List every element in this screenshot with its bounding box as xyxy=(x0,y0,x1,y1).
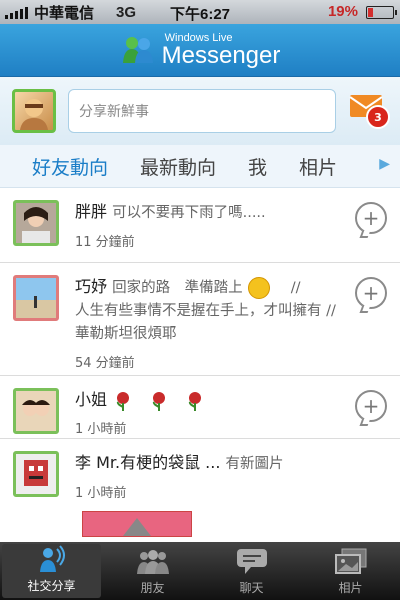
battery-icon xyxy=(366,6,397,19)
app-header: Windows Live Messenger xyxy=(0,24,400,77)
feed-item[interactable]: 李 Mr.有梗的袋鼠 ... 有新圖片 1 小時前 xyxy=(0,439,400,537)
status-message: 可以不要再下雨了嗎..... xyxy=(112,205,266,221)
post-time: 11 分鐘前 xyxy=(75,235,135,250)
people-icon xyxy=(136,550,169,574)
comment-add-button[interactable]: + xyxy=(355,390,387,422)
mail-button[interactable]: 3 xyxy=(348,91,390,131)
post-time: 54 分鐘前 xyxy=(75,356,135,371)
rose-emoticon-icon xyxy=(188,391,202,411)
friend-name: 巧妤 xyxy=(75,277,108,296)
tab-label: 社交分享 xyxy=(27,579,76,593)
rose-emoticon-icon xyxy=(152,391,166,411)
comment-add-button[interactable]: + xyxy=(355,202,387,234)
friend-avatar[interactable] xyxy=(13,275,59,321)
status-message-part3: 人生有些事情不是握在手上，才叫擁有 // 華勒斯坦很煩耶 xyxy=(75,303,336,342)
post-time: 1 小時前 xyxy=(75,421,127,437)
friend-avatar[interactable] xyxy=(13,388,59,434)
tab-photos[interactable]: 相片 xyxy=(299,153,337,180)
tab-label: 朋友 xyxy=(140,581,165,595)
friend-name: 胖胖 xyxy=(75,202,108,221)
feed-item[interactable]: 巧妤 回家的路 準備踏上 // 人生有些事情不是握在手上，才叫擁有 // 華勒斯… xyxy=(0,263,400,376)
brand-big: Messenger xyxy=(161,41,281,69)
rose-emoticon-icon xyxy=(116,391,130,411)
social-broadcast-icon xyxy=(39,545,65,572)
my-avatar[interactable] xyxy=(12,89,56,133)
messenger-logo: Windows Live Messenger xyxy=(120,32,281,69)
tab-social-share[interactable]: 社交分享 xyxy=(2,544,101,598)
tab-friends-updates[interactable]: 好友動向 xyxy=(32,153,108,180)
share-status-input[interactable]: 分享新鮮事 xyxy=(68,89,336,133)
friend-avatar[interactable] xyxy=(13,451,59,497)
status-bar: 中華電信 3G 下午6:27 19% xyxy=(0,0,400,24)
tabs-scroll-right-icon[interactable]: ▶ xyxy=(379,156,390,172)
comment-add-button[interactable]: + xyxy=(355,277,387,309)
feed-item[interactable]: 胖胖 可以不要再下雨了嗎..... 11 分鐘前 + xyxy=(0,188,400,263)
bottom-tab-bar: 社交分享 朋友 聊天 相片 xyxy=(0,542,400,600)
messenger-buddy-icon xyxy=(122,37,153,63)
tab-label: 聊天 xyxy=(239,581,264,595)
friend-avatar[interactable] xyxy=(13,200,59,246)
friend-name: 小姐 xyxy=(75,390,108,409)
friend-name: 李 Mr.有梗的袋鼠 ... xyxy=(75,453,221,472)
tab-label: 相片 xyxy=(338,581,363,595)
feed-tabs: 好友動向 最新動向 我 相片 xyxy=(0,145,400,188)
battery-percent: 19% xyxy=(327,3,358,20)
mail-count-badge: 3 xyxy=(366,105,390,129)
tab-friends[interactable]: 朋友 xyxy=(103,542,202,600)
chat-bubble-icon xyxy=(236,549,267,574)
status-message-part2: // xyxy=(290,280,301,296)
tab-me[interactable]: 我 xyxy=(248,153,267,180)
photo-thumbnail[interactable] xyxy=(82,511,192,537)
post-time: 1 小時前 xyxy=(75,486,127,501)
tab-photos-bottom[interactable]: 相片 xyxy=(301,542,400,600)
activity-feed: 胖胖 可以不要再下雨了嗎..... 11 分鐘前 + 巧妤 回家的路 準備踏上 … xyxy=(0,188,400,542)
status-message: 有新圖片 xyxy=(225,456,284,472)
tab-latest[interactable]: 最新動向 xyxy=(140,153,216,180)
tab-chat[interactable]: 聊天 xyxy=(202,542,301,600)
compose-bar: 分享新鮮事 3 xyxy=(0,77,400,145)
status-message-part1: 回家的路 準備踏上 xyxy=(112,280,243,296)
smiley-emoticon-icon xyxy=(247,276,270,299)
photos-icon xyxy=(334,548,366,574)
feed-item[interactable]: 小姐 1 小時前 + xyxy=(0,376,400,439)
